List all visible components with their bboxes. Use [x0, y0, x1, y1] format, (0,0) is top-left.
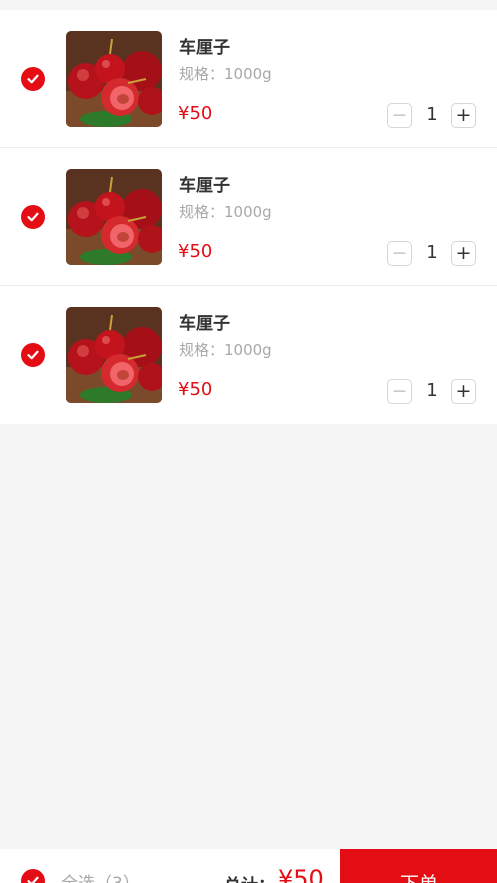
checkout-bar: 全选（3） 总计： ¥50 下单 — [0, 849, 497, 883]
product-spec: 规格：1000g — [179, 341, 272, 359]
select-all-label[interactable]: 全选（3） — [61, 869, 140, 883]
cart-item: 车厘子 规格：1000g ¥50 − 1 + — [0, 286, 497, 424]
total-label: 总计： — [224, 871, 275, 883]
place-order-button[interactable]: 下单 — [340, 849, 497, 883]
product-name: 车厘子 — [179, 176, 230, 196]
select-all-check-icon[interactable] — [21, 869, 45, 883]
product-image[interactable] — [66, 31, 162, 127]
product-image[interactable] — [66, 169, 162, 265]
product-price: ¥50 — [178, 241, 213, 262]
increase-button[interactable]: + — [451, 241, 476, 266]
decrease-button[interactable]: − — [387, 241, 412, 266]
item-check-icon[interactable] — [21, 205, 45, 229]
cart-page: 车厘子 规格：1000g ¥50 − 1 + 车厘子 规格：1000g ¥50 … — [0, 0, 497, 883]
cart-item: 车厘子 规格：1000g ¥50 − 1 + — [0, 10, 497, 148]
quantity-value: 1 — [426, 380, 438, 401]
place-order-label: 下单 — [400, 869, 438, 883]
increase-button[interactable]: + — [451, 103, 476, 128]
increase-button[interactable]: + — [451, 379, 476, 404]
product-price: ¥50 — [178, 103, 213, 124]
cart-list: 车厘子 规格：1000g ¥50 − 1 + 车厘子 规格：1000g ¥50 … — [0, 10, 497, 424]
total-value: ¥50 — [278, 865, 324, 883]
cart-item: 车厘子 规格：1000g ¥50 − 1 + — [0, 148, 497, 286]
product-price: ¥50 — [178, 379, 213, 400]
item-check-icon[interactable] — [21, 67, 45, 91]
product-name: 车厘子 — [179, 38, 230, 58]
decrease-button[interactable]: − — [387, 103, 412, 128]
product-name: 车厘子 — [179, 314, 230, 334]
decrease-button[interactable]: − — [387, 379, 412, 404]
quantity-value: 1 — [426, 242, 438, 263]
quantity-value: 1 — [426, 104, 438, 125]
item-check-icon[interactable] — [21, 343, 45, 367]
product-image[interactable] — [66, 307, 162, 403]
product-spec: 规格：1000g — [179, 65, 272, 83]
product-spec: 规格：1000g — [179, 203, 272, 221]
